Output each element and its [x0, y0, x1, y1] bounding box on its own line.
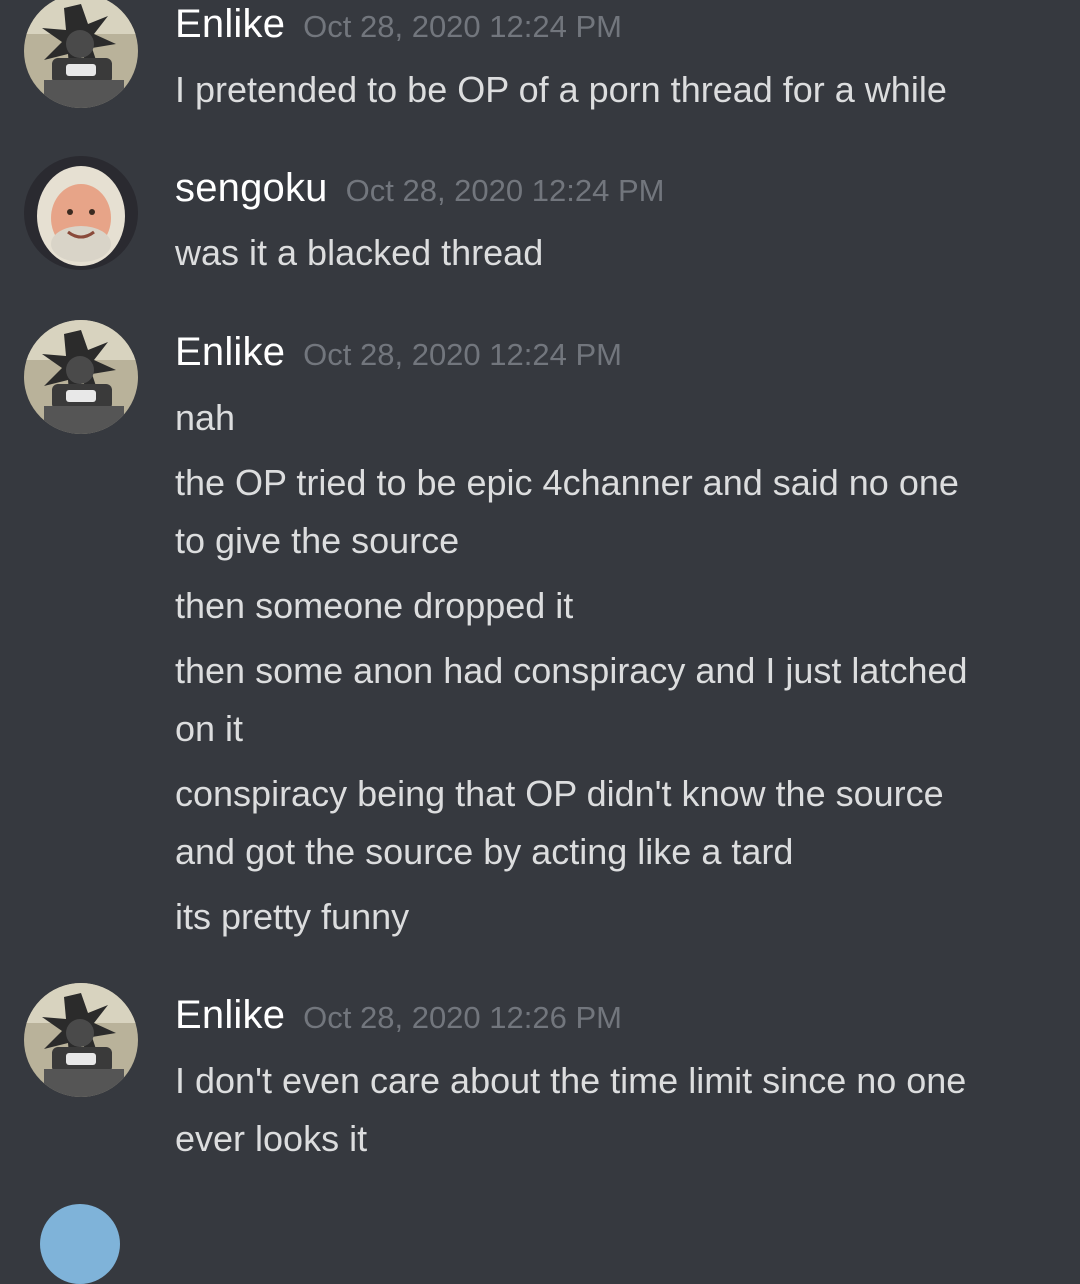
timestamp: Oct 28, 2020 12:24 PM: [303, 337, 622, 372]
timestamp: Oct 28, 2020 12:24 PM: [345, 173, 665, 208]
message-header: Enlike Oct 28, 2020 12:26 PM: [175, 993, 622, 1038]
message-text: nah: [175, 397, 236, 438]
armored-figure-icon: [24, 983, 138, 1097]
message-text: on it: [175, 708, 244, 749]
message-text: to give the source: [175, 520, 460, 561]
message-header: Enlike Oct 28, 2020 12:24 PM: [175, 330, 622, 375]
message-text: the OP tried to be epic 4channer and sai…: [175, 462, 959, 503]
message-text: I don't even care about the time limit s…: [175, 1060, 967, 1101]
message-text: then some anon had conspiracy and I just…: [175, 650, 968, 691]
timestamp: Oct 28, 2020 12:26 PM: [303, 1000, 622, 1035]
armored-figure-icon: [24, 0, 138, 108]
partial-avatar[interactable]: [40, 1204, 120, 1284]
message-text: conspiracy being that OP didn't know the…: [175, 773, 944, 814]
message-text: then someone dropped it: [175, 585, 574, 626]
smiling-man-icon: [24, 156, 138, 270]
user-avatar[interactable]: [24, 0, 138, 108]
message-header: Enlike Oct 28, 2020 12:24 PM: [175, 2, 622, 47]
message-text: I pretended to be OP of a porn thread fo…: [175, 69, 947, 110]
username[interactable]: Enlike: [175, 330, 285, 374]
user-avatar[interactable]: [24, 156, 138, 270]
username[interactable]: Enlike: [175, 993, 285, 1037]
user-avatar[interactable]: [24, 320, 138, 434]
chat-log: Enlike Oct 28, 2020 12:24 PM I pretended …: [0, 0, 1080, 1284]
message-text: and got the source by acting like a tard: [175, 831, 794, 872]
armored-figure-icon: [24, 320, 138, 434]
message-header: sengoku Oct 28, 2020 12:24 PM: [175, 166, 664, 211]
message-text: ever looks it: [175, 1118, 368, 1159]
username[interactable]: Enlike: [175, 2, 285, 46]
username[interactable]: sengoku: [175, 166, 328, 210]
message-text: was it a blacked thread: [175, 232, 544, 273]
timestamp: Oct 28, 2020 12:24 PM: [303, 9, 622, 44]
user-avatar[interactable]: [24, 983, 138, 1097]
message-text: its pretty funny: [175, 896, 410, 937]
